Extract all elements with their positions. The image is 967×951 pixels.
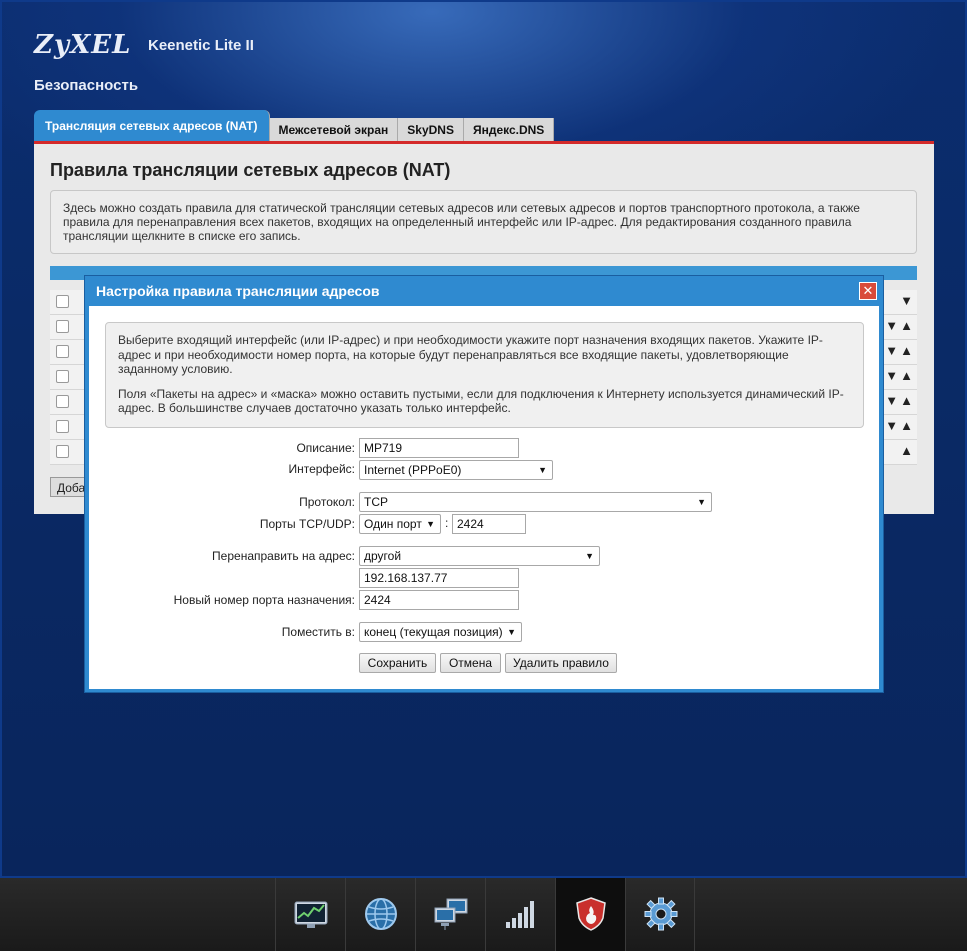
model-name: Keenetic Lite II	[148, 37, 254, 54]
tab-firewall[interactable]: Межсетевой экран	[269, 118, 399, 142]
panel-info: Здесь можно создать правила для статичес…	[50, 190, 917, 254]
place-select[interactable]: конец (текущая позиция) ▼	[359, 622, 522, 642]
dock-internet[interactable]	[345, 878, 415, 951]
redirect-select-value: другой	[364, 549, 402, 563]
row-checkbox[interactable]	[56, 420, 69, 433]
chevron-down-icon: ▼	[426, 519, 435, 529]
interface-select-value: Internet (PPPoE0)	[364, 463, 462, 477]
hint-paragraph-1: Выберите входящий интерфейс (или IP-адре…	[118, 333, 823, 376]
description-label: Описание:	[296, 441, 355, 455]
reorder-arrows-icon[interactable]: ▼▲	[885, 418, 915, 433]
description-field[interactable]: MP719	[359, 438, 519, 458]
network-computers-icon	[434, 898, 468, 930]
new-port-label: Новый номер порта назначения:	[173, 593, 355, 607]
dock-system[interactable]	[625, 878, 695, 951]
section-title: Безопасность	[34, 77, 139, 94]
reorder-arrows-icon[interactable]: ▲	[900, 443, 915, 458]
dialog-body: Выберите входящий интерфейс (или IP-адре…	[89, 306, 879, 689]
globe-icon	[365, 898, 397, 930]
row-checkbox[interactable]	[56, 345, 69, 358]
row-checkbox[interactable]	[56, 320, 69, 333]
signal-bars-icon	[506, 901, 534, 928]
save-button[interactable]: Сохранить	[359, 653, 436, 673]
security-shield-icon	[576, 897, 606, 931]
redirect-label: Перенаправить на адрес:	[212, 549, 355, 563]
dock-monitor[interactable]	[275, 878, 345, 951]
port-field[interactable]: 2424	[452, 514, 526, 534]
brand-logo: ZyXEL	[34, 30, 132, 60]
tab-nat[interactable]: Трансляция сетевых адресов (NAT)	[34, 110, 270, 142]
reorder-arrows-icon[interactable]: ▼▲	[885, 343, 915, 358]
reorder-arrows-icon[interactable]: ▼	[900, 293, 915, 308]
ports-label: Порты TCP/UDP:	[259, 517, 355, 531]
reorder-arrows-icon[interactable]: ▼▲	[885, 393, 915, 408]
ports-mode-value: Один порт	[364, 517, 422, 531]
dialog-hint: Выберите входящий интерфейс (или IP-адре…	[105, 322, 864, 428]
dock-security[interactable]	[555, 878, 625, 951]
redirect-ip-field[interactable]: 192.168.137.77	[359, 568, 519, 588]
ports-mode-select[interactable]: Один порт ▼	[359, 514, 441, 534]
cancel-button[interactable]: Отмена	[440, 653, 501, 673]
panel-title: Правила трансляции сетевых адресов (NAT)	[50, 160, 451, 180]
reorder-arrows-icon[interactable]: ▼▲	[885, 318, 915, 333]
dock-wifi[interactable]	[485, 878, 555, 951]
protocol-label: Протокол:	[299, 495, 355, 509]
chevron-down-icon: ▼	[585, 551, 594, 561]
close-icon[interactable]: ✕	[859, 282, 877, 300]
reorder-arrows-icon[interactable]: ▼▲	[885, 368, 915, 383]
interface-label: Интерфейс:	[288, 462, 355, 476]
chevron-down-icon: ▼	[538, 465, 547, 475]
tab-skydns[interactable]: SkyDNS	[398, 118, 464, 142]
hint-paragraph-2: Поля «Пакеты на адрес» и «маска» можно о…	[118, 386, 844, 416]
gear-icon	[644, 897, 678, 931]
tab-yandex-dns[interactable]: Яндекс.DNS	[463, 118, 555, 142]
redirect-select[interactable]: другой ▼	[359, 546, 600, 566]
bottom-dock	[0, 878, 967, 951]
dock-home-network[interactable]	[415, 878, 485, 951]
place-select-value: конец (текущая позиция)	[364, 625, 503, 639]
tab-bar: Трансляция сетевых адресов (NAT) Межсете…	[34, 110, 555, 142]
row-checkbox[interactable]	[56, 370, 69, 383]
chevron-down-icon: ▼	[697, 497, 706, 507]
ports-separator: :	[445, 516, 449, 530]
protocol-select-value: TCP	[364, 495, 388, 509]
rule-dialog: Настройка правила трансляции адресов ✕ В…	[84, 275, 884, 693]
protocol-select[interactable]: TCP ▼	[359, 492, 712, 512]
row-checkbox[interactable]	[56, 445, 69, 458]
monitor-chart-icon	[294, 901, 328, 928]
delete-rule-button[interactable]: Удалить правило	[505, 653, 617, 673]
place-label: Поместить в:	[281, 625, 355, 639]
row-checkbox[interactable]	[56, 295, 69, 308]
new-port-field[interactable]: 2424	[359, 590, 519, 610]
chevron-down-icon: ▼	[507, 627, 516, 637]
interface-select[interactable]: Internet (PPPoE0) ▼	[359, 460, 553, 480]
dialog-title: Настройка правила трансляции адресов	[96, 283, 380, 299]
row-checkbox[interactable]	[56, 395, 69, 408]
